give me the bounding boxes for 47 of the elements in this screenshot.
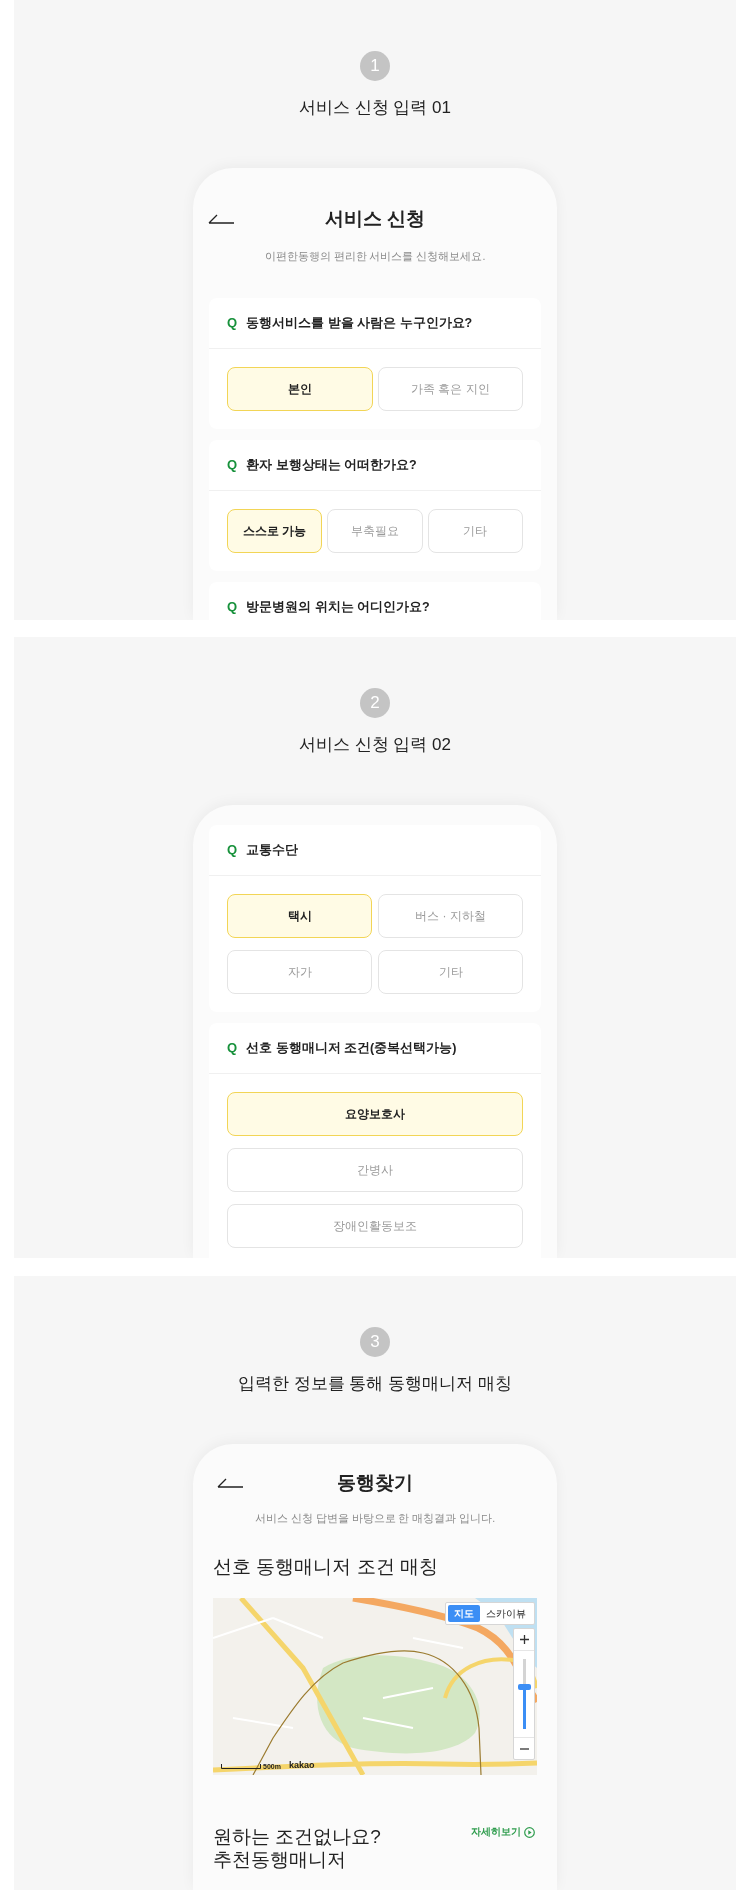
back-arrow-icon [208, 214, 234, 224]
question-text: 환자 보행상태는 어떠한가요? [246, 457, 417, 473]
option-button[interactable]: 가족 혹은 지인 [377, 367, 523, 411]
details-link[interactable]: 자세히보기 [471, 1825, 535, 1839]
option-button[interactable]: 버스 · 지하철 [378, 894, 523, 938]
play-circle-icon [524, 1826, 535, 1838]
option-button[interactable]: 스스로 가능 [227, 509, 323, 553]
step-badge: 1 [360, 51, 390, 81]
question-text: 방문병원의 위치는 어디인가요? [246, 599, 430, 615]
option-button[interactable]: 택시 [227, 894, 372, 938]
section-title: 입력한 정보를 통해 동행매니저 매칭 [238, 1373, 512, 1395]
zoom-slider-track[interactable] [517, 1659, 531, 1729]
plus-icon [519, 1635, 529, 1644]
question-marker: Q [227, 457, 238, 473]
option-button[interactable]: 장애인활동보조 [227, 1204, 523, 1248]
minus-icon [519, 1747, 529, 1750]
question-marker: Q [227, 599, 238, 615]
zoom-slider-handle[interactable] [517, 1684, 531, 1690]
question-marker: Q [227, 1040, 238, 1056]
recommend-heading: 원하는 조건없나요? 추천동행매니저 [213, 1825, 381, 1871]
option-button[interactable]: 본인 [227, 367, 373, 411]
option-button[interactable]: 기타 [378, 950, 523, 994]
scale-bar-icon [221, 1764, 261, 1769]
screen-title: 서비스 신청 [324, 208, 426, 230]
step-badge: 2 [360, 688, 390, 718]
back-button[interactable] [208, 214, 234, 224]
section-title: 서비스 신청 입력 01 [298, 97, 452, 119]
section-title: 서비스 신청 입력 02 [298, 734, 452, 756]
option-button[interactable]: 요양보호사 [227, 1092, 523, 1136]
back-button[interactable] [217, 1478, 243, 1488]
back-arrow-icon [217, 1478, 243, 1488]
map-attribution: kakao [288, 1760, 315, 1771]
question-text: 동행서비스를 받을 사람은 누구인가요? [246, 315, 473, 331]
question-text: 선호 동행매니저 조건(중복선택가능) [246, 1040, 457, 1056]
screen-title: 동행찾기 [337, 1472, 413, 1494]
screen-subtitle: 이편한동행의 편리한 서비스를 신청해보세요. [263, 249, 487, 263]
step-badge: 3 [360, 1327, 390, 1357]
option-button[interactable]: 간병사 [227, 1148, 523, 1192]
question-marker: Q [227, 842, 238, 858]
option-button[interactable]: 기타 [427, 509, 523, 553]
section-heading: 선호 동행매니저 조건 매칭 [212, 1555, 439, 1579]
question-text: 교통수단 [246, 842, 299, 858]
screen-subtitle: 서비스 신청 답변을 바탕으로 한 매칭결과 입니다. [253, 1511, 497, 1525]
option-button[interactable]: 자가 [227, 950, 372, 994]
option-button[interactable]: 부축필요 [327, 509, 423, 553]
question-marker: Q [227, 315, 238, 331]
map-view-tab[interactable]: 지도 [448, 1605, 480, 1622]
